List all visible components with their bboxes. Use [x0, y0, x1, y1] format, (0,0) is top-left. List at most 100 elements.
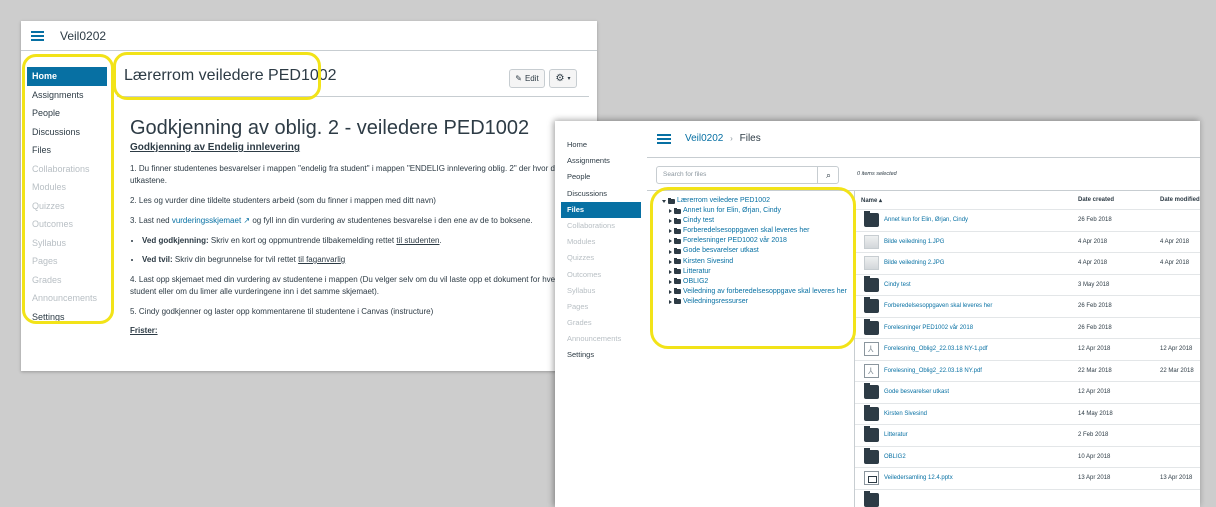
expand-icon[interactable] [669, 209, 672, 214]
nav-item-settings[interactable]: Settings [27, 308, 107, 327]
breadcrumb: Veil0202 › Files [685, 133, 761, 144]
table-row[interactable]: Forelesning_Oblig2_22.03.18 NY.pdf 22 Mar… [855, 359, 1200, 382]
date-modified: 12 Apr 2018 [1160, 346, 1193, 352]
nav-item-files[interactable]: Files [561, 201, 641, 218]
pptx-icon [864, 471, 879, 485]
edit-button[interactable]: ✎ Edit [509, 69, 545, 88]
expand-icon[interactable] [669, 239, 672, 244]
tree-item[interactable]: Annet kun for Elin, Ørjan, Cindy [662, 206, 847, 216]
expand-icon[interactable] [669, 299, 672, 304]
file-name[interactable]: Annet kun for Elin, Ørjan, Cindy [884, 217, 968, 223]
search-input[interactable]: Search for files [656, 166, 839, 184]
file-name[interactable]: Bilde veiledning 2.JPG [884, 260, 944, 266]
tree-item-label: Forberedelsesoppgaven skal leveres her [683, 227, 810, 235]
tree-item[interactable]: Kirsten Sivesind [662, 257, 847, 267]
expand-icon[interactable] [669, 259, 672, 264]
step-2-text: 2. Les og vurder dine tildelte studenter… [130, 196, 436, 205]
table-row[interactable]: OBLIG2 10 Apr 2018 [855, 445, 1200, 468]
tree-children: Annet kun for Elin, Ørjan, Cindy Cindy te… [662, 206, 847, 307]
table-row[interactable]: Bilde veiledning 1.JPG 4 Apr 2018 4 Apr 20… [855, 230, 1200, 253]
file-name[interactable]: Veiledersamling 12.4.pptx [884, 475, 953, 481]
nav-item-settings[interactable]: Settings [561, 347, 641, 363]
file-name[interactable]: Forberedelsesoppgaven skal leveres her [884, 303, 992, 309]
file-name[interactable]: Cindy test [884, 282, 911, 288]
folder-icon [674, 207, 681, 214]
expand-icon[interactable] [669, 249, 672, 254]
expand-icon[interactable] [669, 219, 672, 224]
nav-item-files[interactable]: Files [27, 141, 107, 160]
breadcrumb-course[interactable]: Veil0202 [60, 29, 106, 43]
folder-icon [864, 490, 879, 507]
tree-item[interactable]: OBLIG2 [662, 277, 847, 287]
tree-root[interactable]: Lærerrom veiledere PED1002 [662, 196, 847, 206]
file-name[interactable]: Forelesning_Oblig2_22.03.18 NY.pdf [884, 368, 982, 374]
expand-icon[interactable] [669, 269, 672, 274]
breadcrumb-separator: › [730, 134, 733, 143]
tree-item-label: Annet kun for Elin, Ørjan, Cindy [683, 207, 782, 215]
table-row[interactable]: Bilde veiledning 2.JPG 4 Apr 2018 4 Apr 20… [855, 252, 1200, 274]
file-name[interactable]: OBLIG2 [884, 454, 906, 460]
nav-item-discussions[interactable]: Discussions [27, 123, 107, 142]
tree-item[interactable]: Forberedelsesoppgaven skal leveres her [662, 226, 847, 236]
nav-item-quizzes: Quizzes [567, 253, 595, 263]
tree-item[interactable]: Gode besvarelser utkast [662, 246, 847, 256]
file-name[interactable]: Forelesninger PED1002 vår 2018 [884, 325, 973, 331]
date-created: 26 Feb 2018 [1078, 324, 1112, 331]
divider [647, 190, 1200, 191]
column-date-created[interactable]: Date created [1078, 197, 1114, 203]
nav-item-home[interactable]: Home [561, 137, 641, 153]
tree-item[interactable]: Veiledningsressurser [662, 297, 847, 307]
table-row[interactable]: Kirsten Sivesind 14 May 2018 [855, 402, 1200, 425]
table-row[interactable]: Forelesning_Oblig2_22.03.18 NY-1.pdf 12 A… [855, 338, 1200, 360]
hamburger-menu-icon[interactable] [657, 133, 671, 144]
nav-item-people[interactable]: People [561, 169, 641, 185]
table-row[interactable]: Forberedelsesoppgaven skal leveres her 26… [855, 295, 1200, 317]
expand-icon[interactable] [669, 229, 672, 234]
table-row[interactable]: Gode besvarelser utkast 12 Apr 2018 [855, 381, 1200, 403]
table-row[interactable]: Cindy test 3 May 2018 [855, 273, 1200, 296]
breadcrumb-course[interactable]: Veil0202 [685, 133, 723, 144]
table-row[interactable]: Litteratur 2 Feb 2018 [855, 424, 1200, 446]
file-name[interactable]: Forelesning_Oblig2_22.03.18 NY-1.pdf [884, 346, 988, 352]
column-date-modified[interactable]: Date modified [1160, 197, 1200, 203]
table-row[interactable]: Forelesninger PED1002 vår 2018 26 Feb 201… [855, 316, 1200, 339]
step-3-prefix: 3. Last ned [130, 216, 172, 225]
file-name[interactable]: Bilde veiledning 1.JPG [884, 239, 944, 245]
folder-icon [864, 318, 879, 335]
page-heading: Lærerrom veiledere PED1002 [124, 67, 337, 84]
expand-icon[interactable] [669, 279, 672, 284]
page-title: Godkjenning av oblig. 2 - veiledere PED1… [130, 117, 530, 139]
search-icon: ⌕ [825, 169, 832, 180]
nav-item-modules: Modules [567, 237, 596, 247]
image-icon [864, 256, 879, 270]
nav-item-assignments[interactable]: Assignments [561, 153, 641, 169]
file-name[interactable]: Litteratur [884, 432, 908, 438]
table-row[interactable]: Annet kun for Elin, Ørjan, Cindy 26 Feb 2… [855, 209, 1200, 231]
expand-icon [662, 199, 666, 203]
search-button[interactable]: ⌕ [817, 166, 839, 184]
folder-icon [674, 248, 681, 255]
file-name[interactable]: Gode besvarelser utkast [884, 389, 949, 395]
nav-item-people[interactable]: People [27, 104, 107, 123]
hamburger-menu-icon[interactable] [31, 30, 44, 41]
files-screenshot: Home Assignments People Discussions Files Col… [555, 121, 1200, 507]
edit-label: Edit [524, 74, 539, 83]
list-item: Ved tvil: Skriv din begrunnelse for tvil… [142, 254, 580, 266]
tree-item[interactable]: Cindy test [662, 216, 847, 226]
nav-item-discussions[interactable]: Discussions [561, 186, 641, 202]
column-name[interactable]: Name ▴ [861, 197, 882, 204]
nav-item-collaborations: Collaborations [567, 220, 615, 230]
step-3-text: 3. Last ned vurderingsskjemaet ↗ og fyll… [130, 215, 580, 227]
tree-item[interactable]: Litteratur [662, 267, 847, 277]
vurderingsskjema-link[interactable]: vurderingsskjemaet [172, 216, 241, 225]
nav-item-home[interactable]: Home [27, 67, 107, 86]
table-row[interactable]: Veiledersamling 12.4.pptx 13 Apr 2018 13 A… [855, 467, 1200, 489]
nav-item-assignments[interactable]: Assignments [27, 86, 107, 105]
expand-icon[interactable] [669, 289, 672, 294]
settings-menu-button[interactable]: ⚙ ▾ [549, 69, 577, 88]
date-created: 22 Mar 2018 [1078, 367, 1112, 374]
file-name[interactable]: Kirsten Sivesind [884, 411, 927, 417]
table-row[interactable] [855, 488, 1200, 507]
tree-item[interactable]: Forelesninger PED1002 vår 2018 [662, 236, 847, 246]
tree-item[interactable]: Veiledning av forberedelsesoppgave skal … [662, 287, 847, 297]
